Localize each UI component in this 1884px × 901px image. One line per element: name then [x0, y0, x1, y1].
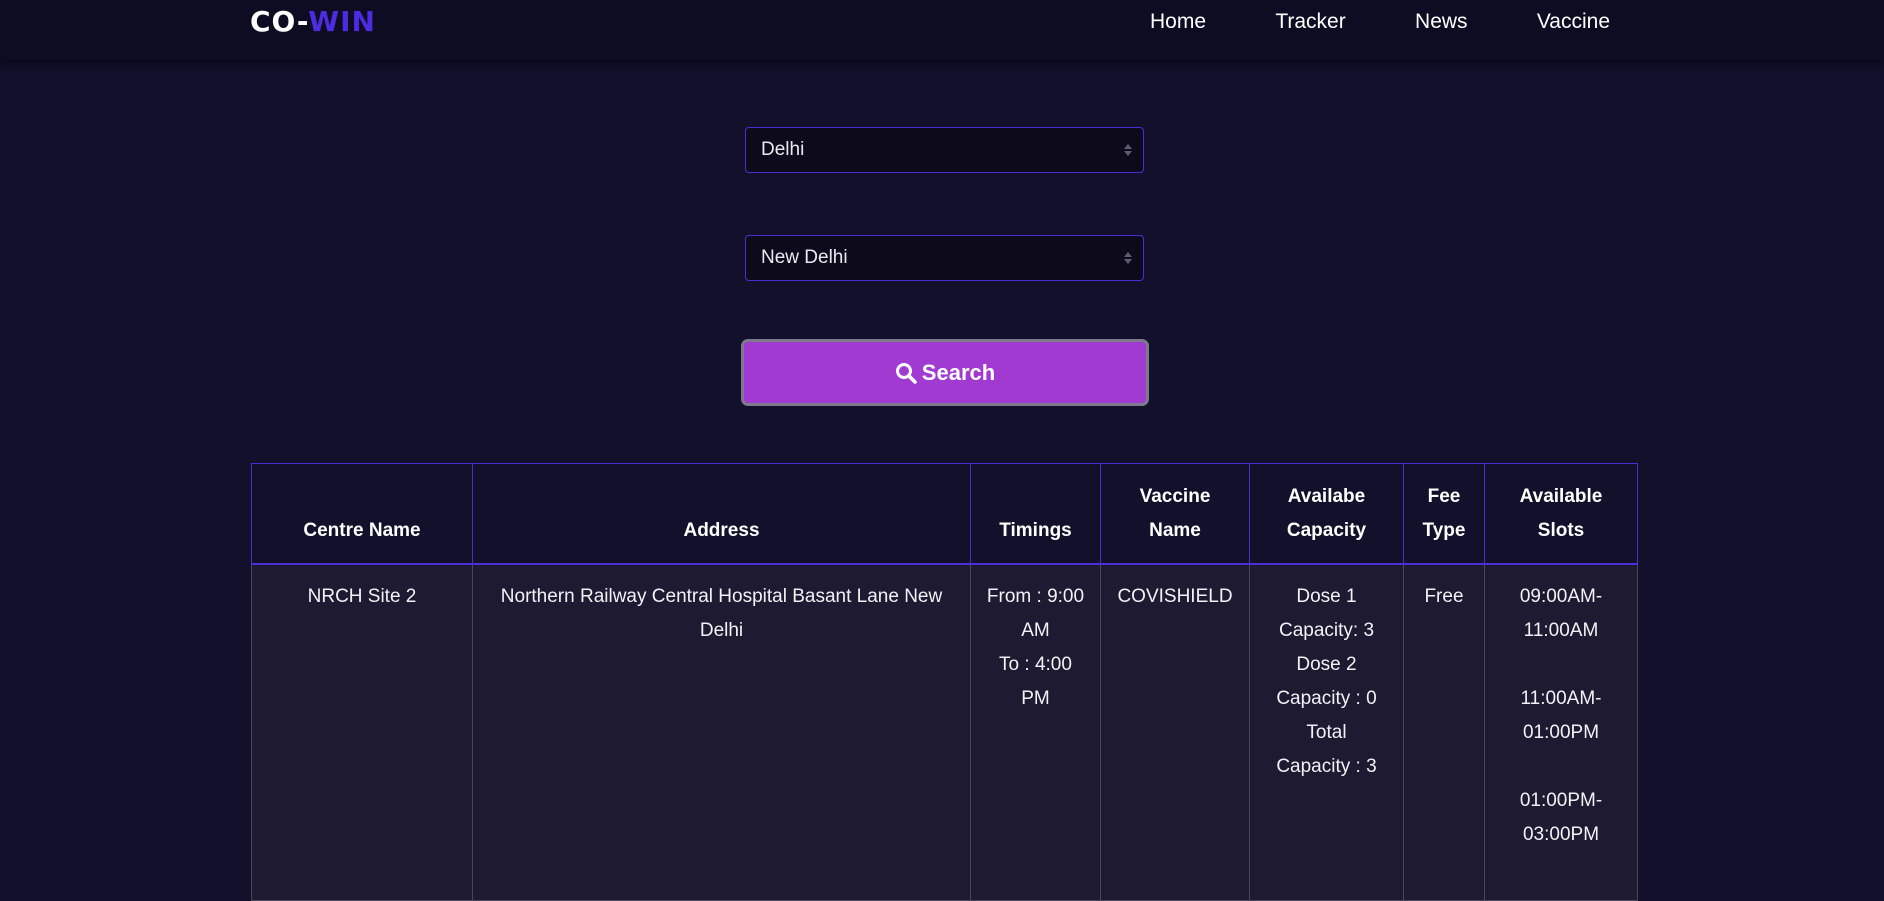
total-capacity: Capacity : 3	[1276, 755, 1377, 777]
nav-vaccine-link[interactable]: Vaccine	[1537, 0, 1610, 44]
top-navbar: CO-WIN Home Tracker News Vaccine	[0, 0, 1884, 60]
select-arrows-icon	[1113, 252, 1143, 264]
state-select-value: Delhi	[761, 139, 805, 160]
select-arrows-icon	[1113, 144, 1143, 156]
header-vaccine-name: Vaccine Name	[1100, 463, 1250, 564]
cell-centre-name: NRCH Site 2	[251, 563, 473, 901]
vaccine-centres-table: Centre Name Address Timings Vaccine Name …	[251, 463, 1638, 901]
header-fee-type: Fee Type	[1403, 463, 1485, 564]
brand-text-accent: WIN	[308, 5, 376, 38]
table-header: Centre Name Address Timings Vaccine Name …	[251, 463, 1638, 564]
cell-available-slots: 09:00AM-11:00AM 11:00AM-01:00PM 01:00PM-…	[1484, 563, 1638, 901]
header-available-slots: Available Slots	[1484, 463, 1638, 564]
search-icon	[895, 362, 917, 384]
cell-vaccine-name: COVISHIELD	[1100, 563, 1250, 901]
timings-to: To : 4:00 PM	[999, 653, 1072, 709]
cell-fee-type: Free	[1403, 563, 1485, 901]
table-row: NRCH Site 2 Northern Railway Central Hos…	[251, 563, 1638, 901]
search-button-label: Search	[921, 359, 996, 385]
nav-tracker-link[interactable]: Tracker	[1275, 0, 1345, 44]
brand-text-prefix: CO-	[250, 5, 309, 38]
brand-logo[interactable]: CO-WIN	[250, 4, 376, 40]
district-select-value: New Delhi	[761, 247, 848, 268]
nav-home-link[interactable]: Home	[1150, 0, 1206, 44]
header-address: Address	[472, 463, 971, 564]
total-title: Total	[1306, 721, 1347, 743]
dose2-capacity: Capacity : 0	[1276, 687, 1377, 709]
cell-capacity: Dose 1 Capacity: 3 Dose 2 Capacity : 0 T…	[1249, 563, 1404, 901]
cell-address: Northern Railway Central Hospital Basant…	[472, 563, 971, 901]
nav-links: Home Tracker News Vaccine	[1150, 0, 1610, 44]
slot-item: 01:00PM-03:00PM	[1519, 789, 1603, 845]
cell-timings: From : 9:00 AM To : 4:00 PM	[970, 563, 1101, 901]
dose2-title: Dose 2	[1296, 653, 1357, 675]
timings-from: From : 9:00 AM	[986, 585, 1085, 641]
slot-item: 09:00AM-11:00AM	[1519, 585, 1603, 641]
header-centre-name: Centre Name	[251, 463, 473, 564]
header-available-capacity: Availabe Capacity	[1249, 463, 1404, 564]
header-timings: Timings	[970, 463, 1101, 564]
nav-news-link[interactable]: News	[1415, 0, 1468, 44]
dose1-capacity: Capacity: 3	[1278, 619, 1375, 641]
state-select[interactable]: Delhi	[745, 127, 1144, 173]
dose1-title: Dose 1	[1296, 585, 1357, 607]
slot-item: 11:00AM-01:00PM	[1520, 687, 1602, 743]
search-button[interactable]: Search	[741, 339, 1149, 406]
district-select[interactable]: New Delhi	[745, 235, 1144, 281]
